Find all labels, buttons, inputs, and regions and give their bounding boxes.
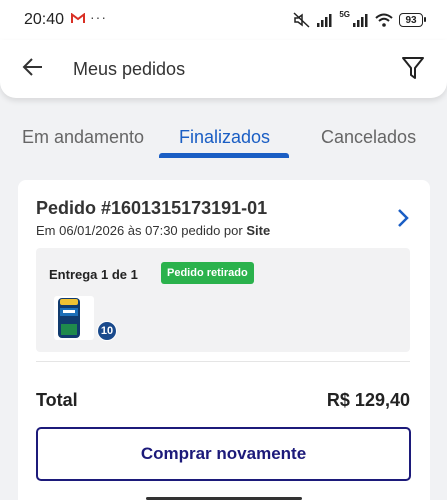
- signal-icon: [317, 14, 332, 27]
- filter-icon[interactable]: [401, 55, 425, 81]
- divider: [36, 361, 410, 362]
- order-date: Em 06/01/2026 às 07:30 pedido por Site: [36, 223, 270, 238]
- more-notifications-icon: ···: [90, 9, 107, 25]
- signal-icon-2: [353, 14, 368, 27]
- tab-completed[interactable]: Finalizados: [179, 127, 270, 148]
- mute-icon: [293, 12, 310, 28]
- app-header: Meus pedidos: [0, 40, 447, 98]
- order-date-text: Em 06/01/2026 às 07:30 pedido por: [36, 223, 247, 238]
- status-time: 20:40: [24, 11, 65, 28]
- tab-cancelled[interactable]: Cancelados: [321, 127, 416, 148]
- delivery-label: Entrega 1 de 1: [49, 267, 138, 282]
- delivery-box: Entrega 1 de 1 Pedido retirado 10: [36, 248, 410, 352]
- quantity-value: 10: [100, 325, 114, 337]
- status-badge: Pedido retirado: [161, 262, 254, 284]
- buy-again-button[interactable]: Comprar novamente: [36, 427, 411, 481]
- page-title: Meus pedidos: [73, 59, 186, 79]
- battery-icon: 93: [399, 13, 426, 27]
- status-bar: 20:40 ··· 5G 93: [0, 0, 447, 40]
- order-number: Pedido #1601315173191-01: [36, 198, 268, 218]
- order-card[interactable]: Pedido #1601315173191-01 Em 06/01/2026 à…: [18, 180, 430, 500]
- battery-level: 93: [405, 14, 417, 26]
- network-type-label: 5G: [339, 9, 350, 19]
- tab-in-progress[interactable]: Em andamento: [22, 127, 144, 148]
- order-channel: Site: [246, 223, 271, 238]
- product-image: [54, 296, 94, 340]
- order-tabs: Em andamento Finalizados Cancelados: [0, 118, 447, 158]
- arrow-left-icon[interactable]: [20, 54, 46, 80]
- quantity-badge: 10: [97, 321, 117, 341]
- total-value: R$ 129,40: [326, 390, 410, 410]
- total-label: Total: [36, 390, 78, 410]
- gmail-icon: [71, 13, 85, 23]
- chevron-right-icon[interactable]: [396, 208, 410, 228]
- wifi-icon: [375, 13, 393, 27]
